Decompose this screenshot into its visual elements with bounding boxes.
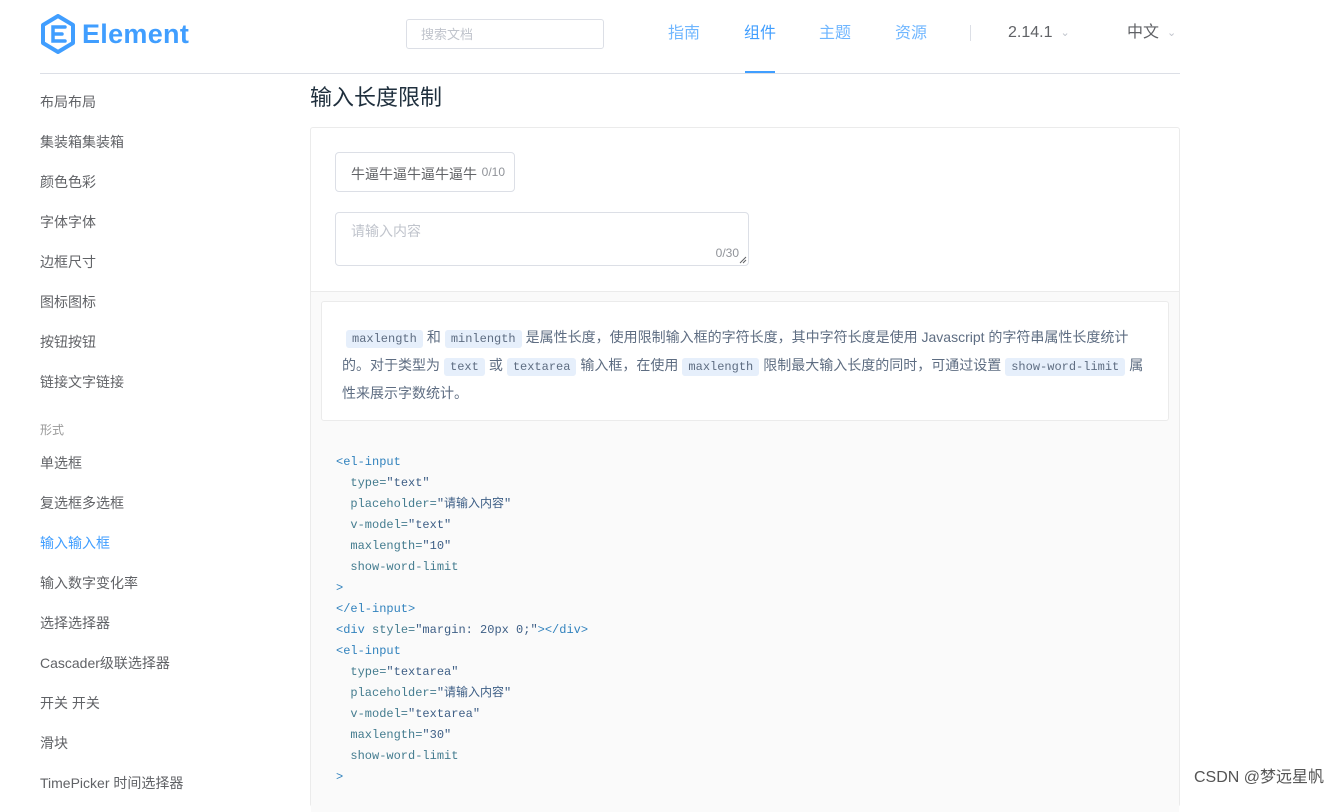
code-attr: maxlength= <box>336 539 423 553</box>
version-dropdown[interactable]: 2.14.1 ⌄ <box>1008 0 1070 66</box>
search-input[interactable] <box>406 19 604 49</box>
code-tag: maxlength <box>682 358 760 376</box>
code-line: <el-input <box>336 455 401 469</box>
resize-handle-icon[interactable] <box>739 256 747 264</box>
sidebar-item-border[interactable]: 边框尺寸 <box>40 252 96 272</box>
nav-guide[interactable]: 指南 <box>668 0 700 73</box>
code-string: "10" <box>422 539 452 553</box>
page-title: 输入长度限制 <box>310 85 443 110</box>
element-logo[interactable]: Element <box>40 14 189 54</box>
code-attr: style= <box>372 623 416 637</box>
code-attr: v-model= <box>336 518 409 532</box>
nav-active-underline <box>745 71 775 73</box>
code-tag-close: ></div> <box>537 623 589 637</box>
nav-theme[interactable]: 主题 <box>819 0 851 73</box>
sidebar-item-layout[interactable]: 布局布局 <box>40 92 96 112</box>
sidebar-item-color[interactable]: 颜色色彩 <box>40 172 96 192</box>
text-input[interactable]: 牛逼牛逼牛逼牛逼牛 0/10 <box>335 152 515 192</box>
code-attr: type= <box>336 665 387 679</box>
desc-text: 限制最大输入长度的同时，可通过设置 <box>763 357 1002 373</box>
version-label: 2.14.1 <box>1008 24 1053 41</box>
demo-meta: maxlength 和 minlength 是属性长度，使用限制输入框的字符长度，其中… <box>311 292 1179 812</box>
code-line: </el-input> <box>336 602 416 616</box>
sidebar-item-input[interactable]: 输入输入框 <box>40 533 110 553</box>
code-attr: v-model= <box>336 707 409 721</box>
code-string: "textarea" <box>408 707 481 721</box>
sidebar-item-icon[interactable]: 图标图标 <box>40 292 96 312</box>
sidebar-item-typography[interactable]: 字体字体 <box>40 212 96 232</box>
chevron-down-icon: ⌄ <box>1060 27 1070 39</box>
code-line: > <box>336 770 344 784</box>
text-input-value: 牛逼牛逼牛逼牛逼牛 <box>351 166 477 182</box>
sidebar-item-button[interactable]: 按钮按钮 <box>40 332 96 352</box>
word-limit-count: 0/10 <box>481 165 505 179</box>
sidebar-item-switch[interactable]: 开关 开关 <box>40 693 100 713</box>
sidebar-item-input-number[interactable]: 输入数字变化率 <box>40 573 138 593</box>
chevron-down-icon: ⌄ <box>1167 27 1177 39</box>
sidebar-group-form: 形式 <box>40 423 65 437</box>
code-tag: show-word-limit <box>1005 358 1126 376</box>
sidebar-item-link[interactable]: 链接文字链接 <box>40 372 124 392</box>
code-string: "text" <box>408 518 452 532</box>
code-string: "margin: 20px 0;" <box>415 623 538 637</box>
code-attr: type= <box>336 476 387 490</box>
nav-resource[interactable]: 资源 <box>895 0 927 73</box>
sidebar-item-slider[interactable]: 滑块 <box>40 733 68 753</box>
code-string: "text" <box>386 476 430 490</box>
language-dropdown[interactable]: 中文 ⌄ <box>1127 0 1176 66</box>
textarea-input[interactable]: 请输入内容 0/30 <box>335 212 749 266</box>
desc-text: 或 <box>488 357 503 373</box>
code-tag-open: <div <box>336 623 373 637</box>
code-attr: show-word-limit <box>336 560 459 574</box>
watermark: CSDN @梦远星帆 <box>1193 769 1324 786</box>
sidebar-item-radio[interactable]: 单选框 <box>40 453 82 473</box>
code-tag: text <box>444 358 485 376</box>
code-attr: placeholder= <box>336 497 437 511</box>
code-tag: textarea <box>506 358 577 376</box>
sidebar-item-container[interactable]: 集装箱集装箱 <box>40 132 124 152</box>
logo-text: Element <box>82 18 190 49</box>
code-string: "30" <box>422 728 452 742</box>
sidebar-item-timepicker[interactable]: TimePicker 时间选择器 <box>40 773 183 793</box>
code-snippet: <el-input type="text" placeholder="请输入内容… <box>336 452 588 788</box>
demo-source: 牛逼牛逼牛逼牛逼牛 0/10 请输入内容 0/30 <box>311 128 1179 292</box>
code-attr: maxlength= <box>336 728 423 742</box>
nav-component[interactable]: 组件 <box>744 0 776 73</box>
desc-text: 和 <box>426 329 441 345</box>
code-attr: placeholder= <box>336 686 437 700</box>
sidebar-item-checkbox[interactable]: 复选框多选框 <box>40 493 124 513</box>
code-line: > <box>336 581 344 595</box>
code-tag: minlength <box>444 330 522 348</box>
code-line: <el-input <box>336 644 401 658</box>
code-string: "请输入内容" <box>436 497 512 511</box>
element-logo-icon <box>41 14 75 54</box>
code-tag: maxlength <box>346 330 423 348</box>
header-divider <box>970 25 971 41</box>
code-attr: show-word-limit <box>336 749 459 763</box>
desc-text: 输入框，在使用 <box>580 357 679 373</box>
code-string: "请输入内容" <box>436 686 512 700</box>
textarea-word-limit-count: 0/30 <box>715 246 739 260</box>
demo-block: 牛逼牛逼牛逼牛逼牛 0/10 请输入内容 0/30 maxlength 和 minl… <box>310 127 1180 812</box>
sidebar-item-select[interactable]: 选择选择器 <box>40 613 110 633</box>
code-string: "textarea" <box>386 665 459 679</box>
demo-description: maxlength 和 minlength 是属性长度，使用限制输入框的字符长度，其中… <box>321 301 1169 421</box>
language-label: 中文 <box>1127 24 1160 41</box>
sidebar-item-cascader[interactable]: Cascader级联选择器 <box>40 653 170 673</box>
textarea-placeholder: 请输入内容 <box>351 223 421 239</box>
